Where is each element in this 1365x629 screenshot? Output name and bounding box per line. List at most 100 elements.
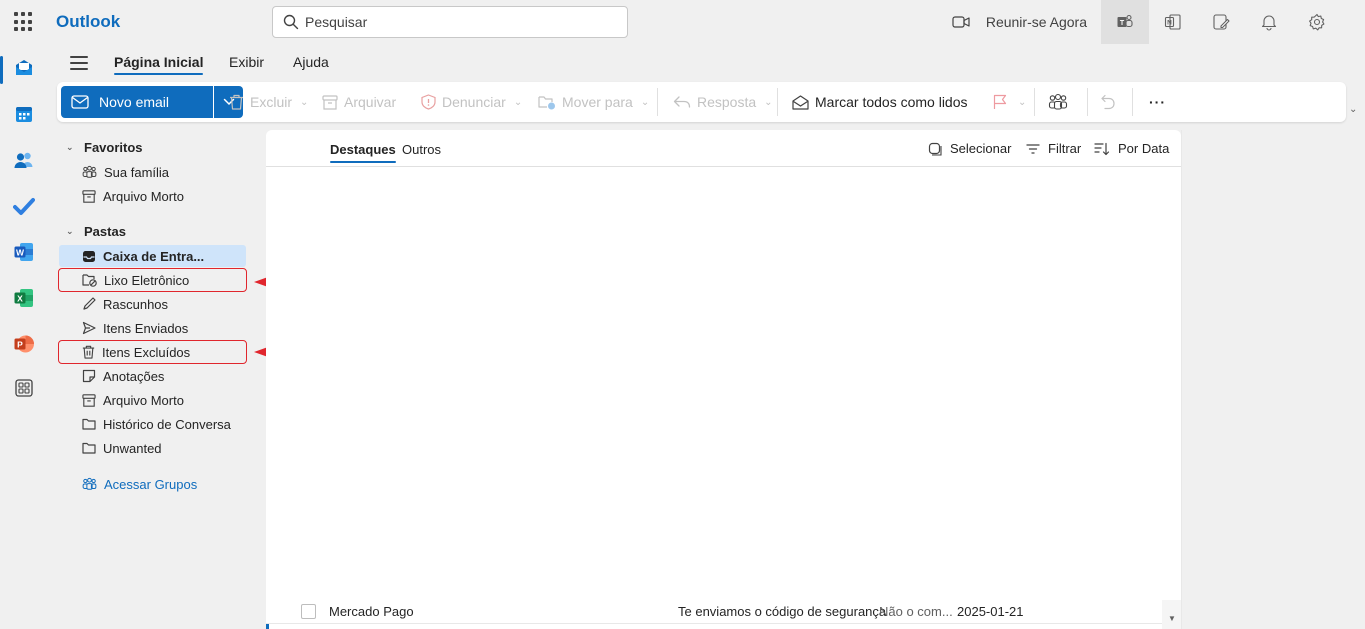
selected-row-indicator — [266, 624, 269, 629]
message-sender: Mercado Pago — [329, 604, 414, 619]
favorites-header-label: Favoritos — [84, 140, 143, 155]
move-to-button[interactable]: Mover para ⌄ — [538, 86, 649, 118]
rail-powerpoint-button[interactable]: P — [12, 332, 36, 356]
bell-icon — [1261, 15, 1277, 31]
select-label: Selecionar — [950, 141, 1012, 156]
svg-text:W: W — [16, 247, 25, 257]
chevron-down-icon: ⌄ — [1018, 96, 1027, 108]
reply-button[interactable]: Resposta ⌄ — [673, 86, 773, 118]
archive-icon — [82, 393, 96, 407]
new-email-label: Novo email — [99, 94, 170, 110]
tab-other[interactable]: Outros — [402, 142, 441, 157]
folder-item-label: Itens Excluídos — [102, 344, 191, 360]
chevron-down-icon: ⌄ — [764, 96, 773, 108]
mark-all-read-button[interactable]: Marcar todos como lidos — [792, 86, 968, 118]
app-launcher-icon[interactable] — [14, 12, 34, 32]
tab-home[interactable]: Página Inicial — [114, 54, 204, 75]
more-options-button[interactable]: ··· — [1149, 86, 1166, 118]
hamburger-menu-icon[interactable] — [70, 56, 88, 70]
chevron-down-icon: ⌄ — [300, 96, 309, 108]
sort-button[interactable]: Por Data — [1094, 141, 1169, 156]
folder-icon — [82, 418, 96, 430]
ribbon-separator — [1034, 88, 1035, 116]
search-box[interactable] — [272, 6, 628, 38]
teams-button[interactable]: T — [1101, 0, 1149, 44]
svg-text:T: T — [1120, 20, 1125, 27]
meet-now-label: Reunir-se Agora — [985, 14, 1087, 30]
search-input[interactable] — [305, 14, 605, 30]
access-groups-link[interactable]: Acessar Grupos — [59, 473, 246, 495]
folder-item-unwanted[interactable]: Unwanted — [59, 437, 246, 459]
rail-calendar-button[interactable] — [12, 102, 36, 126]
rail-todo-button[interactable] — [12, 194, 36, 218]
flag-button[interactable]: ⌄ — [992, 86, 1026, 118]
command-ribbon: Novo email Excluir ⌄ Arquivar Denunciar … — [57, 82, 1346, 122]
ribbon-separator — [657, 88, 658, 116]
message-subject: Te enviamos o código de segurança — [678, 604, 887, 619]
message-preview: Não o com... — [879, 604, 953, 619]
tab-help[interactable]: Ajuda — [293, 54, 329, 70]
folder-item-inbox[interactable]: Caixa de Entra... — [59, 245, 246, 267]
rail-more-apps-button[interactable] — [12, 376, 36, 400]
folder-item-notes[interactable]: Anotações — [59, 365, 246, 387]
access-groups-label: Acessar Grupos — [104, 476, 198, 492]
filter-button[interactable]: Filtrar — [1026, 141, 1081, 156]
delete-button[interactable]: Excluir ⌄ — [229, 86, 308, 118]
scroll-down-arrow-icon[interactable]: ▼ — [1168, 614, 1176, 623]
message-list-pane: Destaques Outros Selecionar Filtrar Por … — [266, 130, 1181, 629]
svg-text:P: P — [17, 339, 23, 349]
tab-focused[interactable]: Destaques — [330, 142, 396, 163]
mail-app-icon — [16, 60, 32, 75]
people-group-icon — [82, 165, 97, 178]
nav-tabs: Página Inicial Exibir Ajuda — [48, 44, 1365, 80]
select-button[interactable]: Selecionar — [928, 141, 1011, 156]
ribbon-expand-icon[interactable]: ⌄ — [1349, 104, 1357, 115]
chevron-down-icon: ⌄ — [640, 96, 650, 108]
new-email-button[interactable]: Novo email — [61, 86, 213, 118]
folder-item-conversation-history[interactable]: Histórico de Conversa — [59, 413, 246, 435]
report-button[interactable]: Denunciar ⌄ — [421, 86, 522, 118]
chevron-down-icon: ⌄ — [66, 142, 74, 152]
message-checkbox[interactable] — [301, 604, 316, 619]
reply-label: Resposta — [697, 94, 757, 110]
archive-label: Arquivar — [344, 94, 397, 110]
rail-excel-button[interactable]: X — [12, 286, 36, 310]
favorite-item-family[interactable]: Sua família — [59, 161, 246, 183]
powerpoint-icon: P — [14, 335, 34, 353]
todo-button[interactable] — [1197, 0, 1245, 44]
message-row[interactable]: Mercado Pago Te enviamos o código de seg… — [266, 598, 1181, 624]
tab-view[interactable]: Exibir — [229, 54, 264, 70]
svg-text:N: N — [1167, 20, 1172, 27]
archive-icon — [322, 94, 338, 110]
groups-button[interactable] — [1048, 86, 1074, 118]
svg-text:X: X — [17, 293, 23, 303]
message-date: 2025-01-21 — [957, 604, 1024, 619]
folder-item-drafts[interactable]: Rascunhos — [59, 293, 246, 315]
rail-people-button[interactable] — [12, 148, 36, 172]
favorites-header[interactable]: ⌄ Favoritos — [66, 140, 143, 155]
teams-icon: T — [1117, 14, 1133, 28]
folder-item-sent[interactable]: Itens Enviados — [59, 317, 246, 339]
rail-word-button[interactable]: W — [12, 240, 36, 264]
undo-icon — [1101, 94, 1115, 110]
app-brand[interactable]: Outlook — [56, 12, 120, 32]
folder-item-deleted[interactable]: Itens Excluídos — [58, 340, 247, 364]
notifications-button[interactable] — [1245, 0, 1293, 44]
undo-button[interactable] — [1100, 86, 1122, 118]
onenote-button[interactable]: N — [1149, 0, 1197, 44]
message-list-scrollbar[interactable]: ▼ — [1162, 600, 1181, 629]
favorite-item-archive[interactable]: Arquivo Morto — [59, 185, 246, 207]
inbox-icon — [83, 250, 95, 262]
meet-now-button[interactable]: Reunir-se Agora — [942, 0, 1101, 44]
folder-pane: ⌄ Favoritos Sua família Arquivo Morto ⌄ … — [48, 130, 258, 629]
folder-item-label: Unwanted — [103, 440, 162, 456]
folders-header[interactable]: ⌄ Pastas — [66, 224, 126, 239]
move-to-label: Mover para — [562, 94, 633, 110]
settings-button[interactable] — [1293, 0, 1341, 44]
folder-item-junk[interactable]: Lixo Eletrônico — [58, 268, 247, 292]
archive-button[interactable]: Arquivar — [322, 86, 396, 118]
folder-icon — [82, 442, 96, 454]
calendar-app-icon — [16, 107, 32, 122]
folder-item-archive[interactable]: Arquivo Morto — [59, 389, 246, 411]
rail-mail-button[interactable] — [12, 56, 36, 80]
